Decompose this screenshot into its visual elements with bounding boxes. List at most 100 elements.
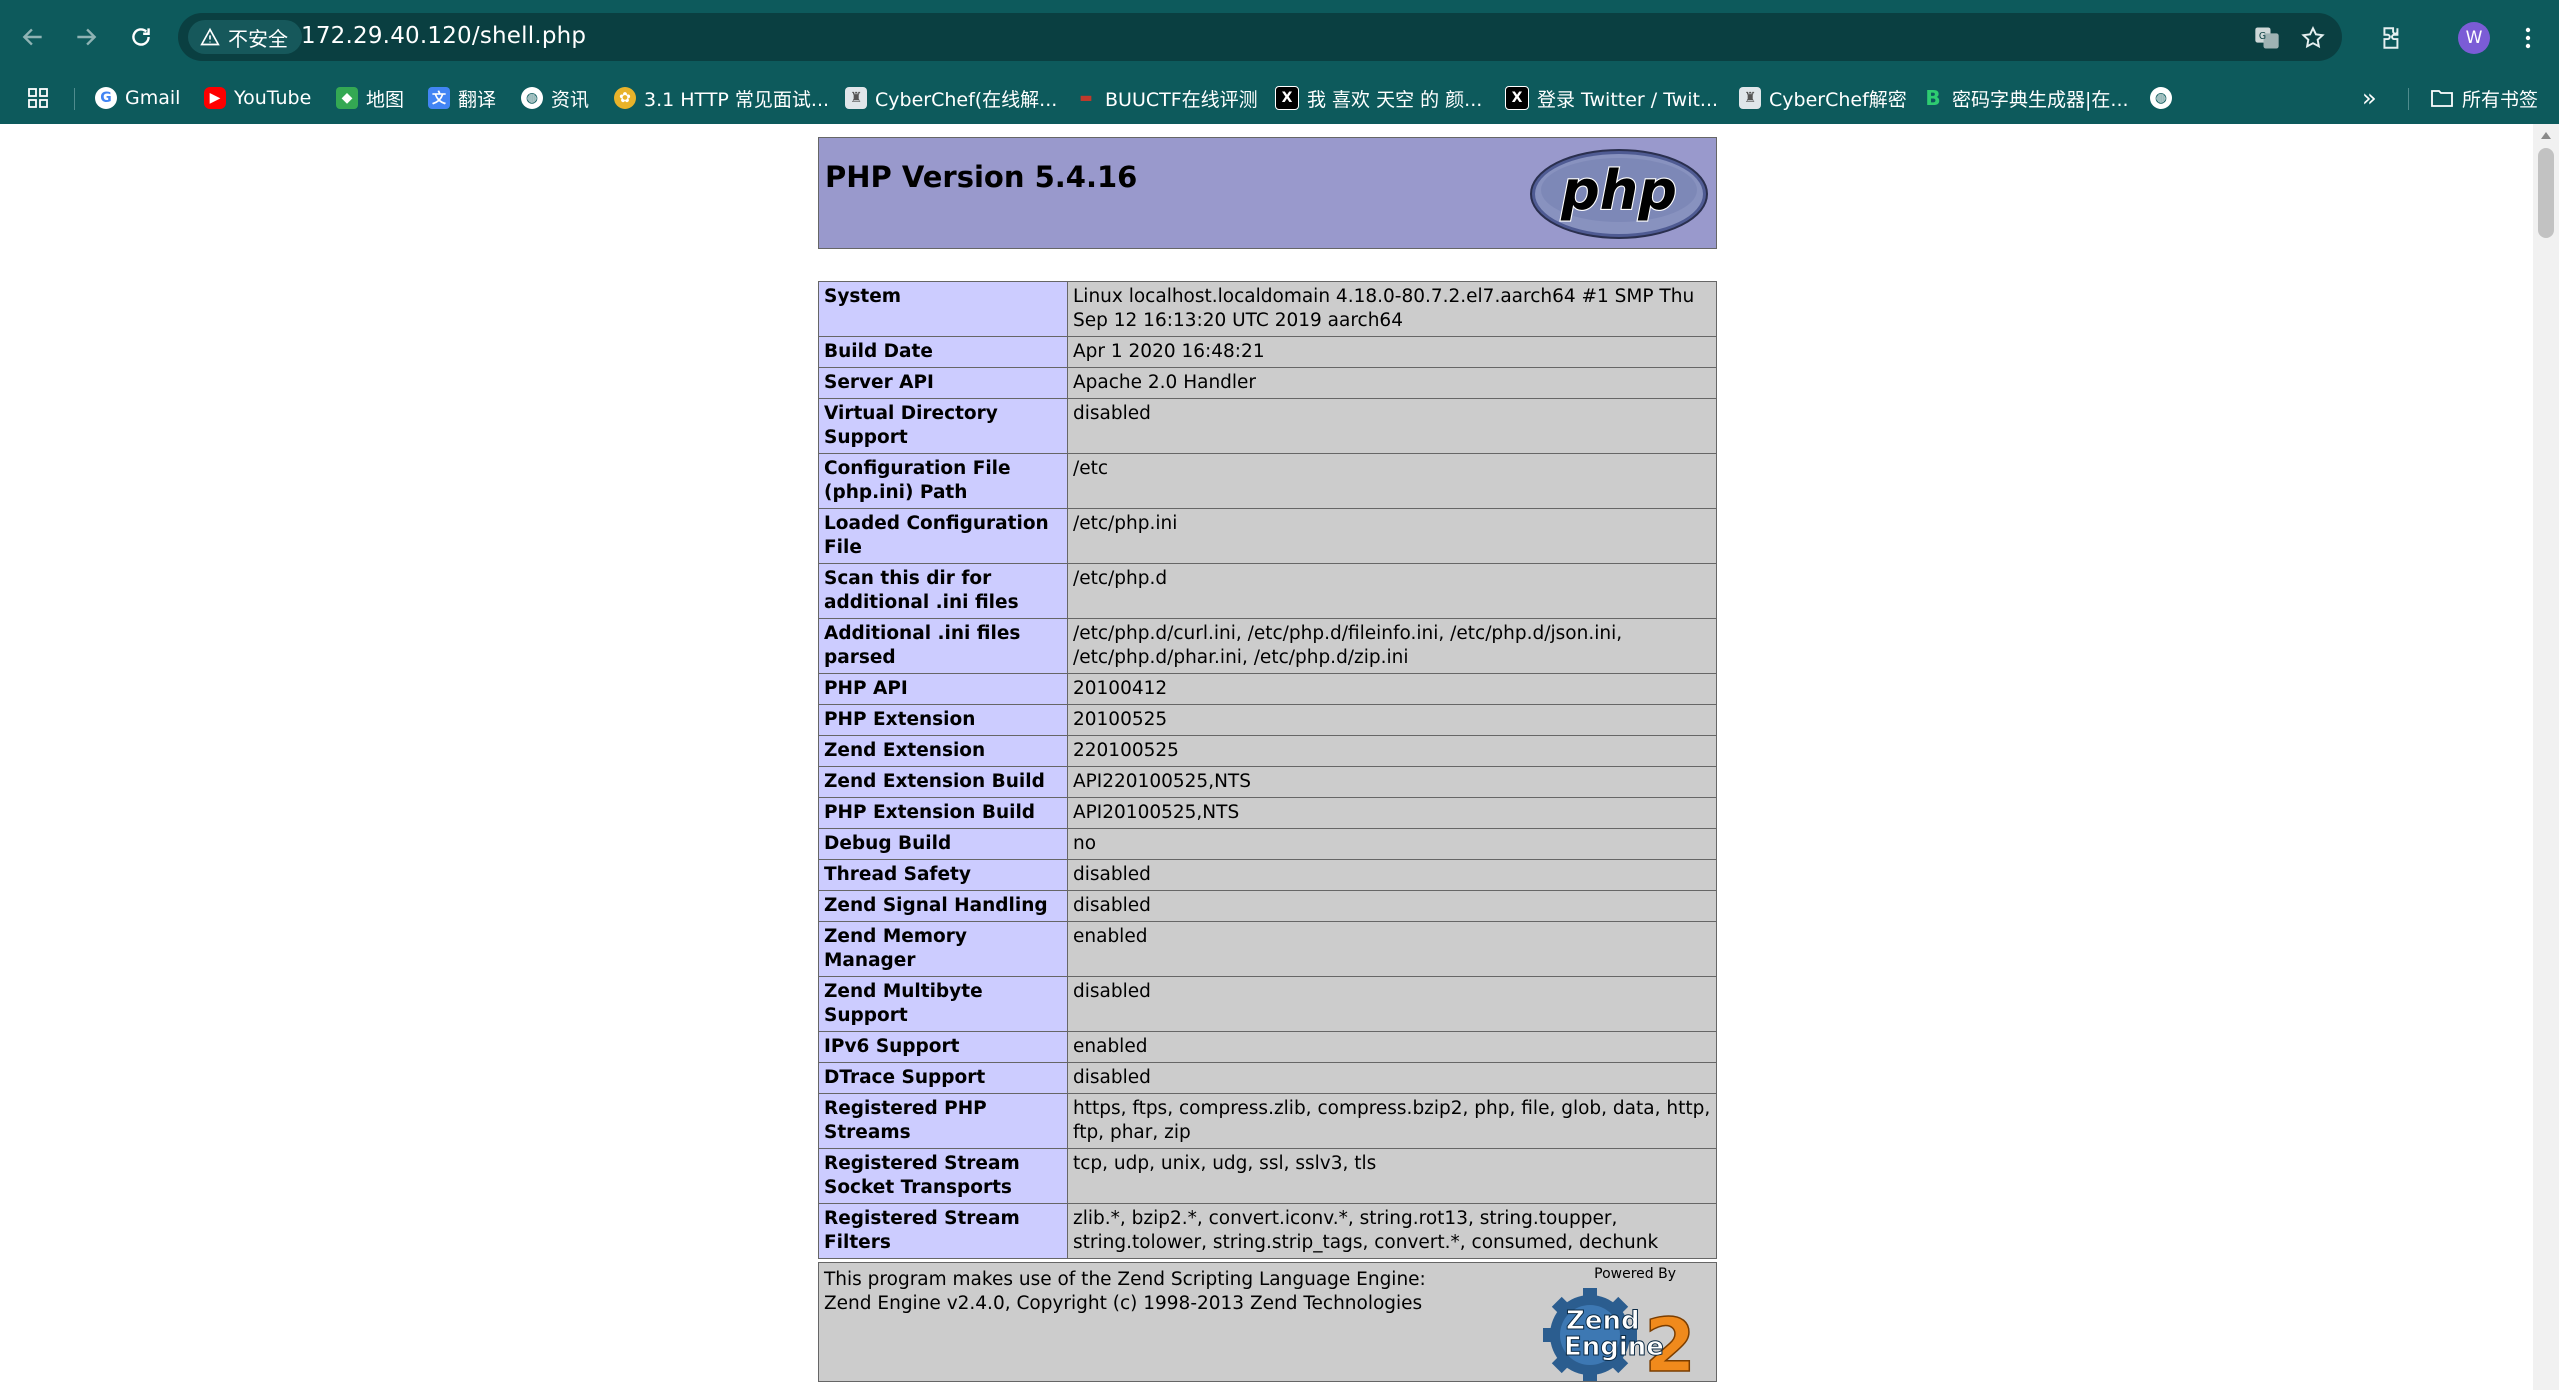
bookmark-cyberchef-decrypt[interactable]: ♜ CyberChef解密 bbox=[1739, 82, 1907, 114]
all-bookmarks-button[interactable]: 所有书签 bbox=[2430, 82, 2538, 114]
bookmark-label: CyberChef(在线解... bbox=[875, 88, 1058, 111]
scroll-up-arrow-icon[interactable] bbox=[2541, 132, 2551, 139]
cyberchef-icon: ♜ bbox=[845, 87, 867, 109]
warning-triangle-icon bbox=[200, 27, 220, 46]
bookmark-star-icon[interactable] bbox=[2296, 21, 2330, 55]
row-value: /etc bbox=[1067, 453, 1717, 509]
row-key: Configuration File (php.ini) Path bbox=[818, 453, 1068, 509]
row-value: no bbox=[1067, 828, 1717, 860]
arrow-right-icon bbox=[77, 28, 97, 46]
translate-page-icon[interactable]: G bbox=[2250, 21, 2284, 55]
zend-engine-box: This program makes use of the Zend Scrip… bbox=[818, 1262, 1717, 1382]
bookmark-youtube[interactable]: ▶ YouTube bbox=[204, 82, 311, 114]
bookmark-buuctf[interactable]: ▬ BUUCTF在线评测 bbox=[1075, 82, 1257, 114]
b-icon: B bbox=[1925, 86, 1941, 110]
page-title: PHP Version 5.4.16 bbox=[825, 160, 1138, 194]
bookmark-maps[interactable]: ◆ 地图 bbox=[336, 82, 404, 114]
row-key: System bbox=[818, 281, 1068, 337]
svg-text:G: G bbox=[2259, 31, 2266, 42]
phpinfo-table: System Linux localhost.localdomain 4.18.0… bbox=[818, 281, 1717, 1259]
row-value: API220100525,NTS bbox=[1067, 766, 1717, 798]
row-key: Registered PHP Streams bbox=[818, 1093, 1068, 1149]
row-value: 20100412 bbox=[1067, 673, 1717, 705]
globe-icon: ◍ bbox=[521, 87, 543, 109]
address-bar[interactable]: 不安全 172.29.40.120/shell.php G bbox=[178, 13, 2342, 61]
row-key: Zend Multibyte Support bbox=[818, 976, 1068, 1032]
google-icon: G bbox=[95, 87, 117, 109]
table-row: DTrace Support disabled bbox=[818, 1062, 1717, 1094]
row-key: Server API bbox=[818, 367, 1068, 399]
bookmark-x-sky[interactable]: X 我 喜欢 天空 的 颜... bbox=[1275, 82, 1482, 114]
table-row: Build Date Apr 1 2020 16:48:21 bbox=[818, 336, 1717, 368]
table-row: Zend Signal Handling disabled bbox=[818, 890, 1717, 922]
bookmark-twitter-login[interactable]: X 登录 Twitter / Twit... bbox=[1505, 82, 1718, 114]
row-value: zlib.*, bzip2.*, convert.iconv.*, string… bbox=[1067, 1203, 1717, 1259]
table-row: Additional .ini files parsed/etc/php.d/c… bbox=[818, 618, 1717, 674]
bookmark-gmail[interactable]: G Gmail bbox=[95, 82, 180, 114]
security-chip[interactable]: 不安全 bbox=[188, 20, 302, 54]
row-key: Additional .ini files parsed bbox=[818, 618, 1068, 674]
youtube-icon: ▶ bbox=[204, 87, 226, 109]
row-key: Virtual Directory Support bbox=[818, 398, 1068, 454]
bookmark-http-interview[interactable]: ✿ 3.1 HTTP 常见面试... bbox=[614, 82, 829, 114]
row-key: Scan this dir for additional .ini files bbox=[818, 563, 1068, 619]
row-value: API20100525,NTS bbox=[1067, 797, 1717, 829]
row-value: Apache 2.0 Handler bbox=[1067, 367, 1717, 399]
row-key: Loaded Configuration File bbox=[818, 508, 1068, 564]
scroll-thumb[interactable] bbox=[2538, 148, 2554, 238]
bookmark-cyberchef[interactable]: ♜ CyberChef(在线解... bbox=[845, 82, 1057, 114]
php-logo-icon: php bbox=[1530, 149, 1708, 239]
site-icon: ✿ bbox=[614, 87, 636, 109]
extensions-icon[interactable] bbox=[2372, 18, 2412, 58]
table-row: Thread Safety disabled bbox=[818, 859, 1717, 891]
row-value: enabled bbox=[1067, 1031, 1717, 1063]
table-row: Server API Apache 2.0 Handler bbox=[818, 367, 1717, 399]
vertical-scrollbar[interactable] bbox=[2533, 124, 2559, 1390]
bookmark-label: 资讯 bbox=[551, 88, 590, 111]
table-row: IPv6 Support enabled bbox=[818, 1031, 1717, 1063]
bookmark-news[interactable]: ◍ 资讯 bbox=[521, 82, 589, 114]
table-row: Virtual Directory Support disabled bbox=[818, 398, 1717, 454]
table-row: PHP Extension 20100525 bbox=[818, 704, 1717, 736]
back-button[interactable] bbox=[14, 18, 52, 56]
row-key: DTrace Support bbox=[818, 1062, 1068, 1094]
row-value: Apr 1 2020 16:48:21 bbox=[1067, 336, 1717, 368]
bookmark-label: CyberChef解密 bbox=[1769, 88, 1907, 111]
row-value: 20100525 bbox=[1067, 704, 1717, 736]
zend-engine-logo-icon: 2 Zend Engine bbox=[1543, 1288, 1697, 1381]
bookmark-label: 3.1 HTTP 常见面试... bbox=[644, 88, 830, 111]
table-row: Zend Memory Manager enabled bbox=[818, 921, 1717, 977]
row-value: disabled bbox=[1067, 398, 1717, 454]
apps-grid-button[interactable] bbox=[26, 82, 50, 114]
bookmark-translate[interactable]: 文 翻译 bbox=[428, 82, 496, 114]
table-row: System Linux localhost.localdomain 4.18.0… bbox=[818, 281, 1717, 337]
bookmarks-divider bbox=[2408, 88, 2409, 110]
table-row: Registered PHP Streams https, ftps, compr… bbox=[818, 1093, 1717, 1149]
all-bookmarks-label: 所有书签 bbox=[2462, 88, 2539, 111]
reload-icon bbox=[132, 28, 150, 46]
forward-button[interactable] bbox=[67, 18, 105, 56]
bookmark-password-dict[interactable]: B 密码字典生成器|在... bbox=[1922, 82, 2128, 114]
row-key: Debug Build bbox=[818, 828, 1068, 860]
translate-icon: 文 bbox=[428, 87, 450, 109]
row-value: https, ftps, compress.zlib, compress.bzi… bbox=[1067, 1093, 1717, 1149]
profile-avatar[interactable]: W bbox=[2458, 22, 2490, 54]
menu-kebab-icon[interactable] bbox=[2508, 18, 2548, 58]
reload-button[interactable] bbox=[122, 18, 160, 56]
zend-line-2: Zend Engine v2.4.0, Copyright (c) 1998-2… bbox=[824, 1293, 1423, 1314]
row-value: /etc/php.d bbox=[1067, 563, 1717, 619]
bookmarks-overflow-button[interactable]: » bbox=[2362, 82, 2377, 114]
buuctf-icon: ▬ bbox=[1079, 90, 1093, 106]
row-key: Zend Signal Handling bbox=[818, 890, 1068, 922]
table-row: PHP Extension Build API20100525,NTS bbox=[818, 797, 1717, 829]
row-key: IPv6 Support bbox=[818, 1031, 1068, 1063]
url-text[interactable]: 172.29.40.120/shell.php bbox=[301, 23, 586, 49]
page-viewport: PHP Version 5.4.16 php System Linux local… bbox=[0, 124, 2533, 1390]
bookmark-globe[interactable]: ◍ bbox=[2150, 82, 2172, 114]
phpinfo-header: PHP Version 5.4.16 php bbox=[818, 137, 1717, 249]
row-key: Registered Stream Socket Transports bbox=[818, 1148, 1068, 1204]
bookmark-label: 地图 bbox=[366, 88, 405, 111]
bookmark-label: 翻译 bbox=[458, 88, 497, 111]
row-key: Build Date bbox=[818, 336, 1068, 368]
row-key: Zend Memory Manager bbox=[818, 921, 1068, 977]
